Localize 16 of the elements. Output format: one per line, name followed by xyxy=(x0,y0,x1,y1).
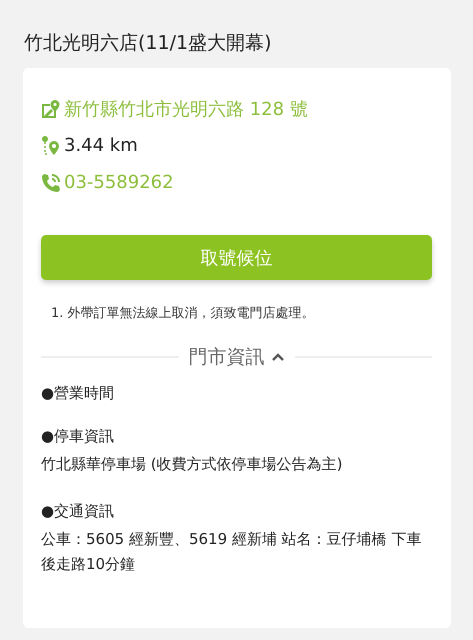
route-icon xyxy=(41,134,61,156)
queue-button[interactable]: 取號候位 xyxy=(41,235,432,280)
section-heading: ●停車資訊 xyxy=(41,427,116,446)
store-title: 竹北光明六店(11/1盛大開幕) xyxy=(24,31,272,56)
note-text: 1. 外帶訂單無法線上取消，須致電門店處理。 xyxy=(51,305,316,322)
distance-text: 3.44 km xyxy=(64,135,138,156)
store-info-toggle[interactable]: 門市資訊 xyxy=(188,344,284,370)
phone-icon xyxy=(41,172,61,192)
section-heading: ●營業時間 xyxy=(41,384,116,403)
phone-link[interactable]: 03-5589262 xyxy=(64,172,174,193)
chevron-icon xyxy=(270,352,284,362)
section-text: 竹北縣華停車場 (收費方式依停車場公告為主) xyxy=(41,454,344,475)
section-text: 公車：5605 經新豐、5619 經新埔 站名：豆仔埔橋 下車後走路10分鐘 xyxy=(41,528,422,575)
address-text: 新竹縣竹北市光明六路 128 號 xyxy=(64,98,308,120)
map-pin-icon xyxy=(41,98,61,118)
section-heading: ●交通資訊 xyxy=(41,502,116,520)
